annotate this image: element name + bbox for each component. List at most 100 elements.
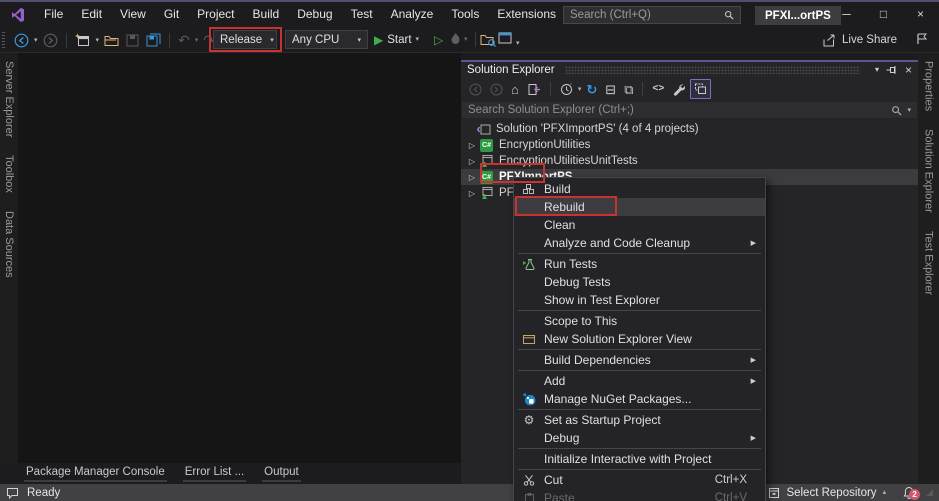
menu-view[interactable]: View <box>111 2 155 27</box>
minimize-button[interactable]: ─ <box>828 2 865 27</box>
tree-label: EncryptionUtilities <box>499 139 590 151</box>
tab-output[interactable]: Output <box>262 463 301 482</box>
se-forward-button[interactable] <box>487 79 506 99</box>
find-in-files-button[interactable] <box>480 30 496 49</box>
quick-search-input[interactable] <box>570 9 724 21</box>
panel-close-button[interactable]: × <box>905 63 912 77</box>
select-repository-button[interactable]: Select Repository ▴ <box>768 487 886 499</box>
start-without-debugging-button[interactable]: ▷ <box>434 30 443 49</box>
hot-reload-button[interactable] <box>450 32 461 48</box>
clock-filter-icon <box>560 83 573 96</box>
tab-toolbox[interactable]: Toolbox <box>3 153 15 195</box>
tab-server-explorer[interactable]: Server Explorer <box>3 59 15 139</box>
expander-icon[interactable]: ▷ <box>467 141 477 150</box>
menu-item-clean[interactable]: Clean <box>514 216 765 234</box>
save-all-button[interactable] <box>144 29 163 51</box>
menu-item-initialize-interactive-with-project[interactable]: Initialize Interactive with Project <box>514 450 765 468</box>
se-filter-caret[interactable]: ▾ <box>578 86 582 93</box>
pin-icon <box>886 65 898 75</box>
menu-build[interactable]: Build <box>244 2 289 27</box>
tree-row-encryptionutilities[interactable]: ▷ C# EncryptionUtilities <box>461 137 918 153</box>
menu-git[interactable]: Git <box>155 2 188 27</box>
tab-test-explorer[interactable]: Test Explorer <box>923 229 935 297</box>
expander-icon[interactable]: ▷ <box>467 173 477 182</box>
menu-item-manage-nuget-packages[interactable]: Manage NuGet Packages... <box>514 390 765 408</box>
notifications-button[interactable]: 2 <box>902 486 916 500</box>
start-debugging-button[interactable]: ▶ Start ▾ <box>374 30 419 49</box>
menu-edit[interactable]: Edit <box>72 2 111 27</box>
menu-item-set-as-startup-project[interactable]: ⚙ Set as Startup Project <box>514 411 765 429</box>
menu-item-rebuild[interactable]: Rebuild <box>514 198 765 216</box>
undo-button[interactable]: ↶ <box>176 29 192 51</box>
tab-package-manager-console[interactable]: Package Manager Console <box>24 463 167 482</box>
se-pending-changes-filter-button[interactable] <box>557 79 576 99</box>
close-button[interactable]: × <box>902 2 939 27</box>
tab-solution-explorer[interactable]: Solution Explorer <box>923 127 935 215</box>
editor-window-button[interactable] <box>498 32 512 47</box>
menu-extensions[interactable]: Extensions <box>488 2 565 27</box>
undo-caret[interactable]: ▾ <box>195 37 199 44</box>
menu-item-cut[interactable]: Cut Ctrl+X <box>514 471 765 489</box>
menu-file[interactable]: File <box>35 2 72 27</box>
panel-drag-texture <box>565 66 860 74</box>
expander-icon[interactable]: ▷ <box>467 189 477 198</box>
quick-search-box[interactable] <box>563 6 741 24</box>
se-show-all-files-button[interactable] <box>690 79 711 99</box>
menu-item-build[interactable]: Build <box>514 180 765 198</box>
open-folder-button[interactable] <box>102 29 121 51</box>
solution-explorer-search-box[interactable]: ▾ <box>462 102 917 118</box>
live-share-button[interactable]: Live Share <box>822 34 897 47</box>
se-search-options-caret[interactable]: ▾ <box>907 107 911 114</box>
save-icon <box>126 34 139 47</box>
se-refresh-button[interactable]: ↻ <box>583 79 600 99</box>
menu-test[interactable]: Test <box>342 2 382 27</box>
tree-row-solution[interactable]: Solution 'PFXImportPS' (4 of 4 projects) <box>461 121 918 137</box>
send-feedback-button[interactable] <box>915 32 929 48</box>
configuration-dropdown[interactable]: Release ▾ <box>213 30 277 49</box>
menu-debug[interactable]: Debug <box>288 2 341 27</box>
run-tests-icon <box>514 258 544 271</box>
toolbar-options-caret[interactable]: ▾ <box>516 40 520 47</box>
solution-explorer-search-input[interactable] <box>468 104 891 116</box>
hot-reload-caret[interactable]: ▾ <box>464 36 468 43</box>
menu-item-run-tests[interactable]: Run Tests <box>514 255 765 273</box>
tree-row-encryptionutilitiesunittests[interactable]: ▷ EncryptionUtilitiesUnitTests <box>461 153 918 169</box>
menu-analyze[interactable]: Analyze <box>382 2 443 27</box>
resize-grip-icon[interactable]: ◢ <box>926 488 933 497</box>
menu-item-debug[interactable]: Debug ▶ <box>514 429 765 447</box>
menu-item-scope-to-this[interactable]: Scope to This <box>514 312 765 330</box>
se-back-button[interactable] <box>466 79 485 99</box>
se-home-button[interactable]: ⌂ <box>508 79 522 99</box>
tab-properties[interactable]: Properties <box>923 59 935 113</box>
new-project-button[interactable] <box>73 29 93 51</box>
menu-item-build-dependencies[interactable]: Build Dependencies ▶ <box>514 351 765 369</box>
se-sync-with-active-document-button[interactable] <box>524 79 544 99</box>
build-icon <box>514 183 544 195</box>
platform-dropdown[interactable]: Any CPU ▾ <box>285 30 368 49</box>
menu-item-show-in-test-explorer[interactable]: Show in Test Explorer <box>514 291 765 309</box>
menu-project[interactable]: Project <box>188 2 243 27</box>
menu-item-add[interactable]: Add ▶ <box>514 372 765 390</box>
toolbar-drag-handle[interactable] <box>2 32 5 48</box>
menu-item-new-solution-explorer-view[interactable]: New Solution Explorer View <box>514 330 765 348</box>
se-properties-window-button[interactable]: ⧉ <box>621 79 636 99</box>
maximize-button[interactable]: □ <box>865 2 902 27</box>
new-project-caret[interactable]: ▾ <box>96 37 100 44</box>
expander-icon[interactable]: ▷ <box>467 157 477 166</box>
menu-item-analyze-and-code-cleanup[interactable]: Analyze and Code Cleanup ▶ <box>514 234 765 252</box>
se-view-code-button[interactable]: <> <box>649 79 667 99</box>
start-caret[interactable]: ▾ <box>416 36 420 43</box>
navigate-back-button[interactable] <box>12 29 31 51</box>
tab-data-sources[interactable]: Data Sources <box>3 209 15 280</box>
navigate-forward-button[interactable] <box>41 29 60 51</box>
panel-options-caret[interactable]: ▾ <box>875 66 879 74</box>
navigate-back-caret[interactable]: ▾ <box>34 37 38 44</box>
tab-error-list[interactable]: Error List ... <box>183 463 246 482</box>
panel-pin-button[interactable] <box>886 65 898 75</box>
left-tool-tab-strip: Server Explorer Toolbox Data Sources <box>0 53 18 463</box>
save-button[interactable] <box>124 29 141 51</box>
se-properties-button[interactable] <box>669 79 688 99</box>
se-collapse-all-button[interactable]: ⊟ <box>602 79 619 99</box>
menu-item-debug-tests[interactable]: Debug Tests <box>514 273 765 291</box>
menu-tools[interactable]: Tools <box>442 2 488 27</box>
